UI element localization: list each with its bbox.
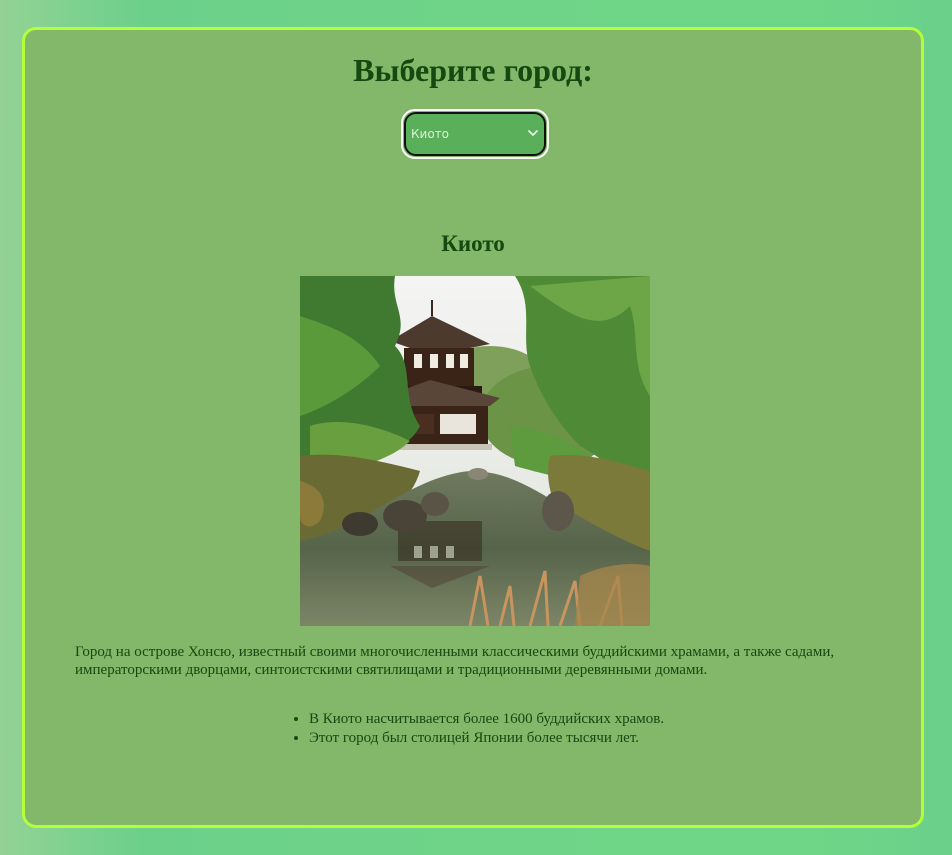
- city-facts-list: В Киото насчитывается более 1600 буддийс…: [289, 710, 664, 748]
- city-select[interactable]: Киото: [401, 109, 549, 159]
- kyoto-temple-image: [300, 276, 650, 626]
- chevron-down-icon: [528, 130, 538, 136]
- city-select-value: Киото: [411, 127, 449, 141]
- list-item: В Киото насчитывается более 1600 буддийс…: [309, 710, 664, 729]
- city-select-box[interactable]: Киото: [404, 112, 546, 156]
- page-heading: Выберите город:: [353, 52, 593, 88]
- city-description: Город на острове Хонсю, известный своими…: [75, 644, 835, 678]
- city-photo: [300, 276, 650, 626]
- city-title: Киото: [441, 231, 505, 256]
- list-item: Этот город был столицей Японии более тыс…: [309, 729, 664, 748]
- city-panel: Выберите город: Киото Киото Город на ост…: [22, 27, 924, 828]
